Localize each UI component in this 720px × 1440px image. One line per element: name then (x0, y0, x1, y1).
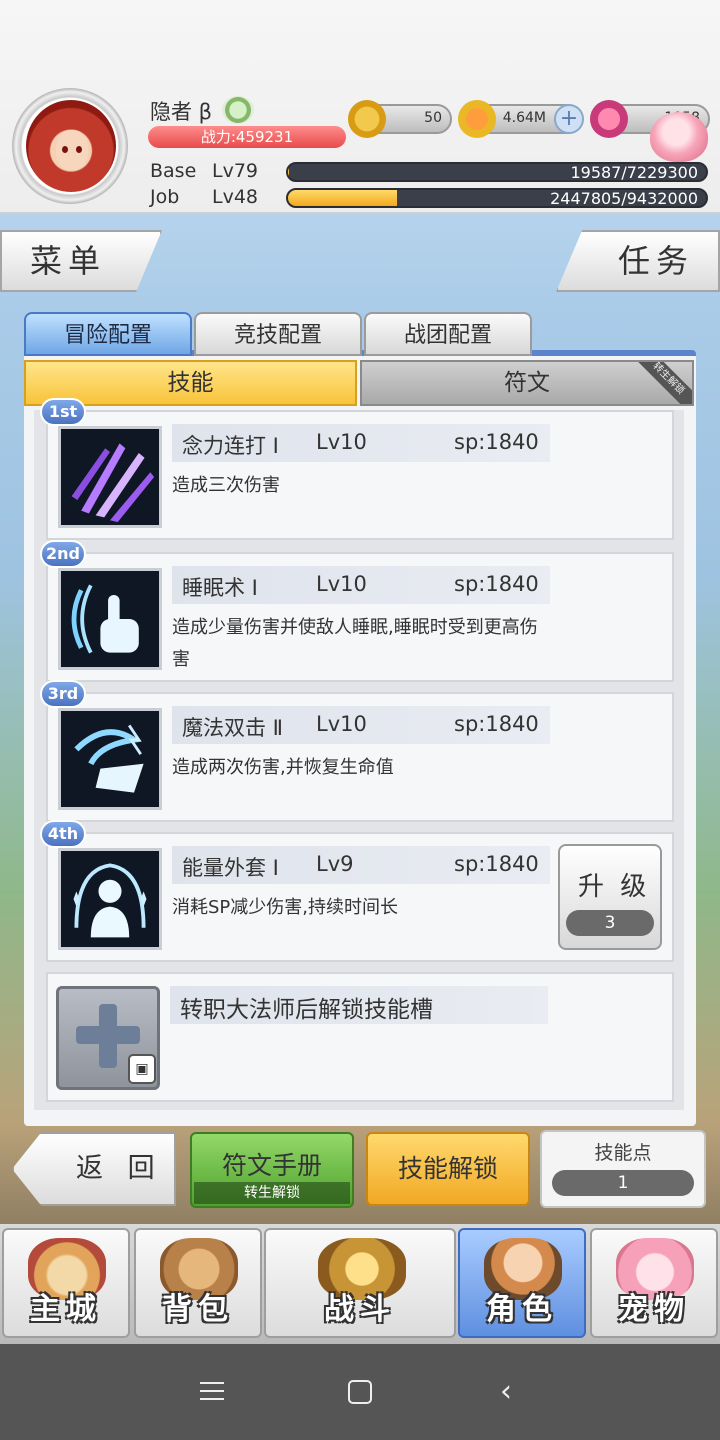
combat-power: 战力:459231 (148, 126, 346, 148)
tab-guild-config[interactable]: 战团配置 (364, 312, 532, 356)
avatar[interactable] (26, 100, 116, 192)
nav-battle[interactable]: 战斗 (264, 1228, 456, 1338)
skill-description: 造成三次伤害 (172, 475, 280, 496)
base-exp-fill (288, 164, 290, 180)
avatar-face (56, 130, 88, 170)
double-hit-icon (58, 708, 162, 810)
upgrade-label: 升 级 (578, 872, 651, 902)
skill-rank-badge: 1st (40, 398, 86, 426)
subtab-rune-label: 符文 (504, 370, 550, 396)
base-exp-bar: 19587/7229300 (286, 162, 708, 182)
tab-adventure-config[interactable]: 冒险配置 (24, 312, 192, 356)
skill-card[interactable]: 3rd 魔法双击 Ⅱ Lv10 sp:1840 造成两次伤害,并恢复生命值 (40, 680, 674, 822)
tab-arena-config[interactable]: 竞技配置 (194, 312, 362, 356)
base-level: Lv79 (212, 160, 259, 182)
zeny-currency: 50 (348, 100, 452, 138)
nav-backpack[interactable]: 背包 (134, 1228, 262, 1338)
nav-label: 角色 (486, 1292, 558, 1327)
nav-main-city[interactable]: 主城 (2, 1228, 130, 1338)
skill-level: Lv10 (316, 572, 367, 596)
skill-level: Lv10 (316, 712, 367, 736)
job-level-label: Job (150, 186, 180, 208)
skill-level: Lv10 (316, 430, 367, 454)
skill-sp: sp:1840 (454, 852, 539, 876)
base-exp-text: 19587/7229300 (570, 163, 698, 182)
skill-description: 造成两次伤害,并恢复生命值 (172, 757, 394, 778)
skill-rank-badge: 3rd (40, 680, 86, 708)
skill-sp: sp:1840 (454, 572, 539, 596)
energy-coat-icon (58, 848, 162, 950)
skill-sp: sp:1840 (454, 430, 539, 454)
subtab-rune[interactable]: 符文 转生解锁 (360, 360, 694, 406)
nav-label: 主城 (30, 1292, 102, 1327)
job-level: Lv48 (212, 186, 259, 208)
nav-label: 背包 (162, 1292, 234, 1327)
skill-rank-badge: 4th (40, 820, 86, 848)
gold-currency: 4.64M + (458, 100, 584, 138)
skill-level: Lv9 (316, 852, 354, 876)
rune-lock-ribbon: 转生解锁 (626, 362, 692, 404)
back-arrow-icon[interactable]: ‹ (500, 1377, 526, 1407)
recent-apps-icon[interactable] (200, 1380, 224, 1402)
home-icon[interactable] (348, 1380, 372, 1404)
job-exp-bar: 2447805/9432000 (286, 188, 708, 208)
skill-card[interactable]: 1st 念力连打 Ⅰ Lv10 sp:1840 造成三次伤害 (40, 398, 674, 540)
skill-description: 消耗SP减少伤害,持续时间长 (172, 897, 399, 918)
locked-slot-text: 转职大法师后解锁技能槽 (180, 997, 433, 1023)
task-button[interactable]: 任务 (556, 230, 720, 292)
zeny-coin-icon (348, 100, 386, 138)
gold-coin-icon (458, 100, 496, 138)
skill-unlock-button[interactable]: 技能解锁 (366, 1132, 530, 1206)
nav-label: 战斗 (324, 1292, 396, 1327)
upgrade-count: 3 (566, 910, 654, 936)
skill-name: 魔法双击 Ⅱ (182, 716, 284, 740)
skill-name: 念力连打 Ⅰ (182, 434, 279, 458)
job-exp-fill (288, 190, 397, 206)
avatar-eye (76, 146, 82, 153)
gold-value: 4.64M (502, 110, 546, 126)
nav-label: 宠物 (618, 1292, 690, 1327)
player-name: 隐者 β (150, 100, 213, 124)
lock-icon: ▣ (128, 1054, 156, 1084)
base-level-label: Base (150, 160, 197, 182)
back-button[interactable]: 返 回 (12, 1132, 176, 1206)
zeny-value: 50 (424, 110, 442, 126)
rune-manual-lock-note: 转生解锁 (194, 1182, 350, 1204)
plus-icon (99, 1004, 117, 1068)
skill-rank-badge: 2nd (40, 540, 86, 568)
poring-mascot-icon[interactable] (650, 112, 708, 162)
skill-card[interactable]: 2nd 睡眠术 Ⅰ Lv10 sp:1840 造成少量伤害并使敌人睡眠,睡眠时受… (40, 540, 674, 682)
gem-icon (590, 100, 628, 138)
skill-name: 睡眠术 Ⅰ (182, 576, 258, 600)
class-badge-icon (222, 96, 254, 124)
skill-points-value: 1 (552, 1170, 694, 1196)
menu-button[interactable]: 菜单 (0, 230, 162, 292)
sleep-hand-icon (58, 568, 162, 670)
avatar-eye (62, 146, 68, 153)
purple-slash-icon (58, 426, 162, 528)
skill-points-label: 技能点 (594, 1142, 652, 1164)
skill-name: 能量外套 Ⅰ (182, 856, 279, 880)
job-exp-text: 2447805/9432000 (550, 189, 698, 208)
nav-character[interactable]: 角色 (458, 1228, 586, 1338)
rune-manual-label: 符文手册 (221, 1151, 322, 1180)
skill-sp: sp:1840 (454, 712, 539, 736)
skill-description: 造成少量伤害并使敌人睡眠,睡眠时受到更高伤害 (172, 617, 538, 670)
nav-pet[interactable]: 宠物 (590, 1228, 718, 1338)
add-gold-button[interactable]: + (554, 104, 584, 134)
